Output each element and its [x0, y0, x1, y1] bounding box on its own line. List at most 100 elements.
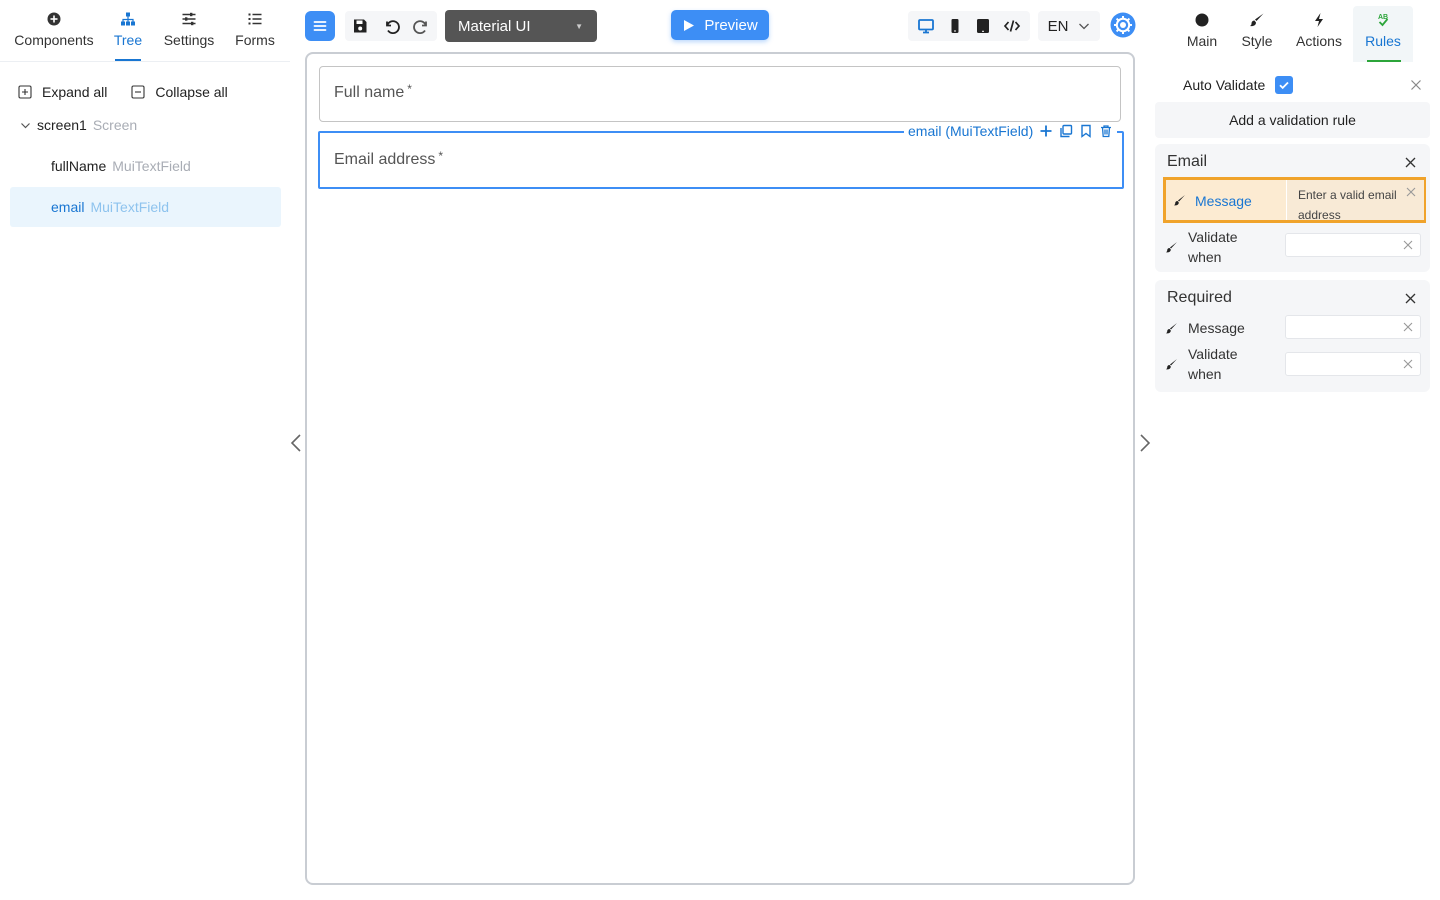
add-rule-label: Add a validation rule — [1229, 112, 1356, 128]
validate-when-input[interactable] — [1285, 352, 1421, 376]
preview-label: Preview — [704, 16, 758, 34]
add-validation-rule-button[interactable]: Add a validation rule — [1155, 102, 1430, 138]
left-panel: Components Tree Settings Forms Expand al… — [0, 0, 290, 900]
collapse-all-button[interactable]: Collapse all — [131, 84, 228, 100]
tree-node-screen1[interactable]: screen1 Screen — [20, 117, 137, 133]
rule-card-required: Required Message Validate when — [1155, 280, 1430, 392]
ab-check-icon: AB — [1378, 14, 1389, 27]
selection-label: email (MuiTextField) — [908, 123, 1034, 139]
hamburger-icon — [313, 21, 327, 31]
validate-when-input[interactable] — [1285, 233, 1421, 257]
edit-toolbar — [345, 11, 437, 41]
brush-icon — [1174, 195, 1185, 206]
tab-rules[interactable]: AB Rules — [1353, 6, 1413, 62]
design-canvas[interactable]: Full name * Email address * email (MuiTe… — [305, 52, 1135, 885]
email-message-row[interactable]: Message Enter a valid email address — [1163, 177, 1426, 223]
collapse-all-label: Collapse all — [155, 84, 228, 100]
tablet-icon[interactable] — [974, 17, 992, 35]
tree-node-type: Screen — [92, 117, 138, 133]
message-label: Message — [1195, 193, 1252, 209]
brush-icon — [1166, 241, 1177, 252]
tree-node-name: fullName — [51, 158, 107, 174]
tab-forms-label: Forms — [235, 32, 275, 48]
tab-forms[interactable]: Forms — [224, 0, 286, 61]
message-label: Message — [1188, 320, 1245, 336]
clear-icon[interactable] — [1403, 359, 1413, 369]
close-icon[interactable] — [1410, 79, 1422, 91]
copy-icon[interactable] — [1059, 124, 1073, 138]
language-select[interactable]: EN — [1038, 11, 1100, 41]
bookmark-icon[interactable] — [1079, 124, 1093, 138]
desktop-icon[interactable] — [917, 17, 935, 35]
brush-icon — [1166, 358, 1177, 369]
tree-node-type: MuiTextField — [112, 158, 191, 174]
tab-actions[interactable]: Actions — [1285, 6, 1353, 62]
email-field-label: Email address — [334, 151, 436, 168]
plus-circle-icon — [47, 12, 61, 26]
preview-button[interactable]: Preview — [671, 10, 769, 40]
fullname-textfield[interactable]: Full name * — [319, 66, 1121, 122]
remove-rule-icon[interactable] — [1405, 157, 1416, 168]
sitemap-icon — [121, 12, 135, 26]
plus-square-icon — [18, 85, 32, 99]
add-icon[interactable] — [1039, 124, 1053, 138]
chevron-down-icon — [21, 122, 30, 128]
app-root: Components Tree Settings Forms Expand al… — [0, 0, 1440, 900]
rule-validate-when-row: Validate when — [1165, 344, 1268, 384]
rule-title: Required — [1167, 289, 1232, 306]
rule-title: Email — [1167, 153, 1208, 170]
caret-down-icon: ▼ — [575, 21, 583, 31]
tree-node-fullname[interactable]: fullName MuiTextField — [10, 146, 281, 186]
tab-tree[interactable]: Tree — [102, 0, 154, 61]
tab-rules-label: Rules — [1365, 33, 1401, 49]
code-icon[interactable] — [1003, 17, 1021, 35]
left-tabs: Components Tree Settings Forms — [0, 0, 290, 62]
device-toolbar — [908, 11, 1030, 41]
tree-node-name: screen1 — [37, 117, 87, 133]
mobile-icon[interactable] — [946, 17, 964, 35]
minus-square-icon — [131, 85, 145, 99]
redo-icon[interactable] — [412, 17, 431, 35]
auto-validate-checkbox[interactable] — [1275, 76, 1294, 94]
tab-actions-label: Actions — [1296, 33, 1342, 49]
clear-icon[interactable] — [1406, 187, 1416, 197]
check-icon — [1279, 81, 1289, 90]
remove-rule-icon[interactable] — [1405, 293, 1416, 304]
undo-icon[interactable] — [382, 17, 400, 35]
tab-style-label: Style — [1241, 33, 1273, 49]
tab-components-label: Components — [14, 32, 94, 48]
trash-icon[interactable] — [1099, 124, 1113, 138]
message-input[interactable]: Enter a valid email address — [1286, 180, 1424, 222]
expand-collapse-row: Expand all Collapse all — [18, 84, 228, 100]
clear-icon[interactable] — [1403, 322, 1413, 332]
bolt-icon — [1315, 13, 1323, 27]
sliders-icon — [182, 12, 196, 26]
selection-toolbar: email (MuiTextField) — [904, 122, 1118, 140]
clear-icon[interactable] — [1403, 240, 1413, 250]
auto-validate-row: Auto Validate — [1183, 76, 1294, 94]
required-mark: * — [407, 82, 412, 96]
ui-library-value: Material UI — [458, 17, 531, 35]
tab-settings[interactable]: Settings — [154, 0, 224, 61]
ui-library-select[interactable]: Material UI ▼ — [445, 10, 597, 42]
tab-main-label: Main — [1186, 33, 1218, 49]
chevron-down-icon — [1079, 23, 1090, 30]
tab-main[interactable]: Main — [1175, 6, 1229, 62]
message-input[interactable] — [1285, 315, 1421, 339]
expand-all-button[interactable]: Expand all — [18, 84, 107, 100]
validate-when-label: Validate when — [1188, 346, 1238, 382]
fullname-field-label: Full name — [334, 84, 405, 101]
tree-node-email[interactable]: email MuiTextField — [10, 187, 281, 227]
right-tabs: Main Style Actions AB Rules — [1175, 6, 1413, 62]
tab-style[interactable]: Style — [1229, 6, 1285, 62]
menu-button[interactable] — [305, 11, 335, 41]
collapse-left-panel-icon[interactable] — [289, 432, 303, 454]
theme-gear-icon[interactable] — [1110, 12, 1136, 38]
tab-components[interactable]: Components — [6, 0, 102, 61]
auto-validate-label: Auto Validate — [1183, 77, 1266, 93]
save-icon[interactable] — [351, 17, 369, 35]
tab-tree-label: Tree — [113, 32, 143, 48]
language-value: EN — [1047, 17, 1069, 35]
tab-settings-label: Settings — [163, 32, 215, 48]
collapse-right-panel-icon[interactable] — [1138, 432, 1152, 454]
